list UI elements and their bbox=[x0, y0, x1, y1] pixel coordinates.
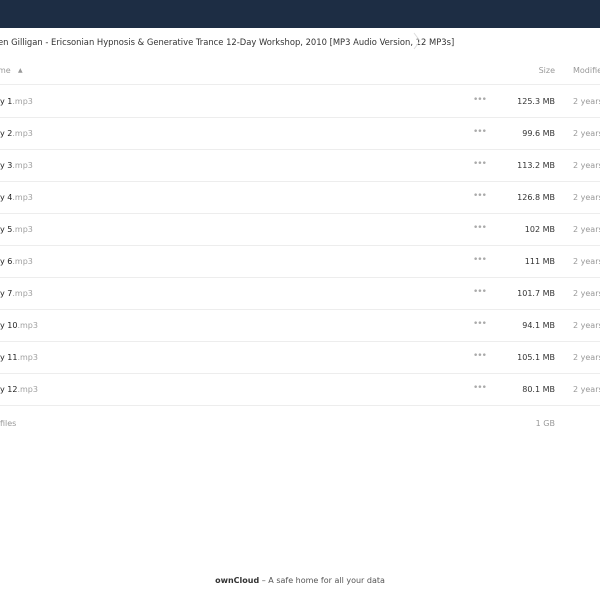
file-modified: 2 years bbox=[573, 193, 600, 202]
table-row[interactable]: y 12.mp3 ••• 80.1 MB 2 years bbox=[0, 374, 600, 406]
file-modified: 2 years bbox=[573, 97, 600, 106]
footer-brand[interactable]: ownCloud bbox=[215, 576, 259, 585]
file-name-extension: .mp3 bbox=[12, 97, 33, 106]
file-name-base: y 6 bbox=[0, 257, 13, 266]
breadcrumb: en Gilligan - Ericsonian Hypnosis & Gene… bbox=[0, 28, 600, 54]
more-actions-icon[interactable]: ••• bbox=[473, 287, 487, 297]
file-name-base: y 3 bbox=[0, 161, 13, 170]
file-name-extension: .mp3 bbox=[12, 225, 33, 234]
file-name[interactable]: y 10.mp3 bbox=[0, 321, 38, 330]
file-name-extension: .mp3 bbox=[12, 129, 33, 138]
more-actions-icon[interactable]: ••• bbox=[473, 383, 487, 393]
file-modified: 2 years bbox=[573, 289, 600, 298]
table-row[interactable]: y 2.mp3 ••• 99.6 MB 2 years bbox=[0, 118, 600, 150]
file-size: 80.1 MB bbox=[522, 385, 555, 394]
file-size: 125.3 MB bbox=[517, 97, 555, 106]
file-name-base: y 11 bbox=[0, 353, 18, 362]
table-row[interactable]: y 7.mp3 ••• 101.7 MB 2 years bbox=[0, 278, 600, 310]
more-actions-icon[interactable]: ••• bbox=[473, 95, 487, 105]
more-actions-icon[interactable]: ••• bbox=[473, 319, 487, 329]
file-name[interactable]: y 7.mp3 bbox=[0, 289, 33, 298]
breadcrumb-current-folder[interactable]: en Gilligan - Ericsonian Hypnosis & Gene… bbox=[0, 37, 454, 47]
file-name-base: y 5 bbox=[0, 225, 13, 234]
table-row[interactable]: y 4.mp3 ••• 126.8 MB 2 years bbox=[0, 182, 600, 214]
table-row[interactable]: y 6.mp3 ••• 111 MB 2 years bbox=[0, 246, 600, 278]
file-size: 102 MB bbox=[524, 225, 555, 234]
more-actions-icon[interactable]: ••• bbox=[473, 191, 487, 201]
more-actions-icon[interactable]: ••• bbox=[473, 223, 487, 233]
footer: ownCloud – A safe home for all your data bbox=[0, 576, 600, 585]
file-size: 105.1 MB bbox=[517, 353, 555, 362]
table-row[interactable]: y 10.mp3 ••• 94.1 MB 2 years bbox=[0, 310, 600, 342]
file-size: 101.7 MB bbox=[517, 289, 555, 298]
file-name[interactable]: y 1.mp3 bbox=[0, 97, 33, 106]
summary-total-size: 1 GB bbox=[535, 419, 555, 428]
more-actions-icon[interactable]: ••• bbox=[473, 159, 487, 169]
file-modified: 2 years bbox=[573, 129, 600, 138]
file-list-summary: files 1 GB bbox=[0, 404, 600, 440]
file-name-base: y 10 bbox=[0, 321, 18, 330]
file-modified: 2 years bbox=[573, 321, 600, 330]
file-name[interactable]: y 5.mp3 bbox=[0, 225, 33, 234]
file-name-base: y 1 bbox=[0, 97, 13, 106]
column-header-size[interactable]: Size bbox=[539, 66, 555, 75]
file-size: 113.2 MB bbox=[517, 161, 555, 170]
file-size: 126.8 MB bbox=[517, 193, 555, 202]
file-name-base: y 4 bbox=[0, 193, 13, 202]
sort-ascending-icon: ▲ bbox=[18, 67, 23, 74]
file-modified: 2 years bbox=[573, 385, 600, 394]
chevron-right-icon bbox=[413, 32, 421, 50]
table-row[interactable]: y 1.mp3 ••• 125.3 MB 2 years bbox=[0, 86, 600, 118]
file-modified: 2 years bbox=[573, 225, 600, 234]
file-name[interactable]: y 6.mp3 bbox=[0, 257, 33, 266]
file-modified: 2 years bbox=[573, 257, 600, 266]
file-modified: 2 years bbox=[573, 353, 600, 362]
file-name[interactable]: y 2.mp3 bbox=[0, 129, 33, 138]
footer-tagline: – A safe home for all your data bbox=[259, 576, 385, 585]
more-actions-icon[interactable]: ••• bbox=[473, 255, 487, 265]
file-name[interactable]: y 3.mp3 bbox=[0, 161, 33, 170]
table-row[interactable]: y 5.mp3 ••• 102 MB 2 years bbox=[0, 214, 600, 246]
file-name-base: y 2 bbox=[0, 129, 13, 138]
column-header-name[interactable]: me bbox=[0, 66, 11, 75]
file-size: 111 MB bbox=[524, 257, 555, 266]
file-size: 94.1 MB bbox=[522, 321, 555, 330]
file-modified: 2 years bbox=[573, 161, 600, 170]
table-row[interactable]: y 11.mp3 ••• 105.1 MB 2 years bbox=[0, 342, 600, 374]
column-header-modified[interactable]: Modifie bbox=[573, 66, 600, 75]
file-name-extension: .mp3 bbox=[17, 353, 38, 362]
file-name-base: y 7 bbox=[0, 289, 13, 298]
top-navigation-bar bbox=[0, 0, 600, 28]
file-name-extension: .mp3 bbox=[12, 193, 33, 202]
file-size: 99.6 MB bbox=[522, 129, 555, 138]
more-actions-icon[interactable]: ••• bbox=[473, 351, 487, 361]
file-name-extension: .mp3 bbox=[17, 385, 38, 394]
file-name-extension: .mp3 bbox=[17, 321, 38, 330]
table-row[interactable]: y 3.mp3 ••• 113.2 MB 2 years bbox=[0, 150, 600, 182]
more-actions-icon[interactable]: ••• bbox=[473, 127, 487, 137]
file-name[interactable]: y 4.mp3 bbox=[0, 193, 33, 202]
file-name-base: y 12 bbox=[0, 385, 18, 394]
file-name[interactable]: y 12.mp3 bbox=[0, 385, 38, 394]
file-list-header: me ▲ Size Modifie bbox=[0, 58, 600, 85]
file-name-extension: .mp3 bbox=[12, 257, 33, 266]
summary-file-count: files bbox=[0, 419, 17, 428]
file-name[interactable]: y 11.mp3 bbox=[0, 353, 38, 362]
file-list: y 1.mp3 ••• 125.3 MB 2 years y 2.mp3 •••… bbox=[0, 86, 600, 406]
file-name-extension: .mp3 bbox=[12, 161, 33, 170]
file-name-extension: .mp3 bbox=[12, 289, 33, 298]
